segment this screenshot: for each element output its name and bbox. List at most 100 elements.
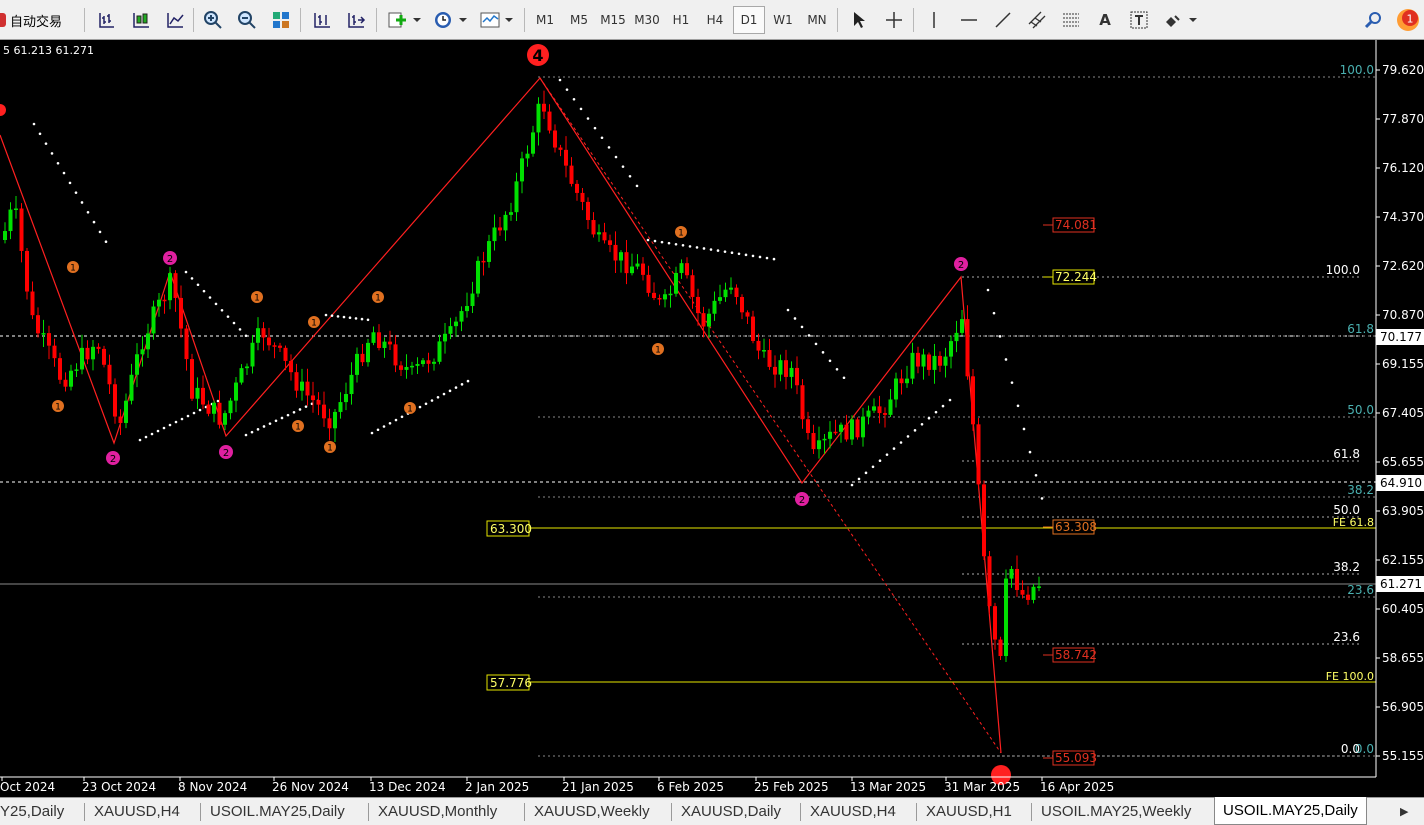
date-axis-label: 16 Apr 2025 [1040, 780, 1114, 794]
candle-body [234, 382, 238, 401]
trendline-button[interactable] [989, 6, 1017, 34]
candlestick-chart-button[interactable] [127, 6, 155, 34]
fibonacci-button[interactable] [1057, 6, 1085, 34]
fib-level-label: 38.2 [1347, 483, 1374, 497]
sar-dot [220, 308, 224, 312]
candle-body [685, 263, 689, 276]
sar-dot [44, 142, 48, 145]
line-chart-button[interactable] [161, 6, 189, 34]
candle-body [393, 344, 398, 366]
sar-dot [190, 277, 194, 280]
chart-tab[interactable]: XAUUSD,H4 [94, 798, 180, 825]
candle-body [179, 297, 183, 329]
price-chart[interactable]: 63.300 57.776 FE 61.8 FE 100.0 100.0 61.8 50.… [0, 40, 1424, 797]
timeframe-m15[interactable]: M15 [597, 6, 629, 34]
candle-body [316, 400, 321, 405]
candle-body [509, 212, 513, 215]
text-label-button[interactable] [1125, 6, 1153, 34]
vertical-line-button[interactable] [920, 6, 948, 34]
arrows-button[interactable] [1160, 6, 1200, 34]
sar-dot [382, 425, 386, 428]
candle-body [586, 201, 590, 221]
search-button[interactable] [1360, 6, 1388, 34]
zoom-out-icon [238, 11, 256, 29]
candle-body [80, 347, 84, 370]
timeframe-d1[interactable]: D1 [733, 6, 765, 34]
auto-scroll-button[interactable] [342, 6, 370, 34]
candle-body [360, 353, 365, 363]
chart-tab[interactable]: USOIL.MAY25,Daily [210, 798, 345, 825]
candle-body [998, 639, 1003, 657]
sar-dot [214, 302, 218, 306]
chart-tab[interactable]: XAUUSD,H4 [810, 798, 896, 825]
candle-body [734, 287, 739, 298]
timeframe-m1[interactable]: M1 [529, 6, 561, 34]
wave-number: 2 [958, 260, 964, 271]
cursor-tool-button[interactable] [845, 6, 873, 34]
zoom-in-button[interactable] [199, 6, 227, 34]
chart-tab[interactable]: XAUUSD,H1 [926, 798, 1012, 825]
sar-dot [807, 334, 811, 337]
candle-body [349, 374, 354, 395]
candle-body [531, 132, 535, 154]
channel-button[interactable] [1023, 6, 1051, 34]
timeframe-h4[interactable]: H4 [699, 6, 731, 34]
sar-dot [899, 441, 903, 444]
sar-dot [878, 459, 882, 463]
toolbar-separator [193, 8, 194, 32]
timeframe-w1[interactable]: W1 [767, 6, 799, 34]
candle-body [151, 306, 156, 334]
chart-tab[interactable]: Y25,Daily [0, 798, 64, 825]
crosshair-button[interactable] [880, 6, 908, 34]
date-axis-label: 23 Oct 2024 [82, 780, 156, 794]
candle-body [883, 413, 887, 415]
chart-tab[interactable]: XAUUSD,Weekly [534, 798, 650, 825]
price-axis-label: 70.870 [1382, 308, 1424, 322]
chart-tab[interactable]: XAUUSD,Daily [681, 798, 781, 825]
candle-body [976, 424, 981, 485]
candle-body [630, 266, 634, 274]
timeframe-h1[interactable]: H1 [665, 6, 697, 34]
price-tag: 61.271 [1380, 577, 1422, 591]
chart-tab[interactable]: XAUUSD,Monthly [378, 798, 497, 825]
indicators-button[interactable] [384, 6, 424, 34]
templates-button[interactable] [476, 6, 516, 34]
sar-dot [646, 238, 650, 242]
timeframe-mn[interactable]: MN [801, 6, 833, 34]
sar-dot [360, 317, 364, 321]
sar-dot [941, 404, 945, 408]
horizontal-line-button[interactable] [955, 6, 983, 34]
periods-button[interactable] [430, 6, 470, 34]
candle-body [140, 349, 145, 355]
candle-body [707, 313, 711, 327]
bar-chart-button[interactable] [92, 6, 120, 34]
sar-dot [1022, 427, 1026, 431]
candle-body [1004, 578, 1008, 657]
candle-body [1026, 594, 1030, 600]
chart-tab[interactable]: USOIL.MAY25,Weekly [1041, 798, 1191, 825]
candle-body [954, 332, 959, 342]
sar-dot [144, 435, 148, 439]
timeframe-m5[interactable]: M5 [563, 6, 595, 34]
tab-separator [200, 803, 201, 821]
candle-body [85, 347, 90, 360]
candle-body [987, 556, 992, 607]
candle-body [767, 350, 772, 367]
candle-body [333, 411, 337, 429]
sar-dot [400, 415, 404, 419]
notifications-button[interactable]: 1 [1394, 6, 1422, 34]
tile-windows-button[interactable] [267, 6, 295, 34]
text-tool-button[interactable]: A [1091, 6, 1119, 34]
zoom-out-button[interactable] [233, 6, 261, 34]
candle-body [850, 419, 854, 440]
toolbar-separator [300, 8, 301, 32]
chart-shift-button[interactable] [308, 6, 336, 34]
tabs-scroll-right-icon[interactable]: ▶ [1400, 798, 1408, 825]
chart-tab[interactable]: USOIL.MAY25,Daily [1214, 797, 1367, 825]
wave-number: 1 [295, 423, 301, 433]
autotrade-button[interactable]: 自动交易 [0, 6, 62, 34]
sar-dot [1004, 358, 1008, 361]
sar-dot [98, 230, 102, 234]
timeframe-m30[interactable]: M30 [631, 6, 663, 34]
candle-body [960, 319, 964, 333]
